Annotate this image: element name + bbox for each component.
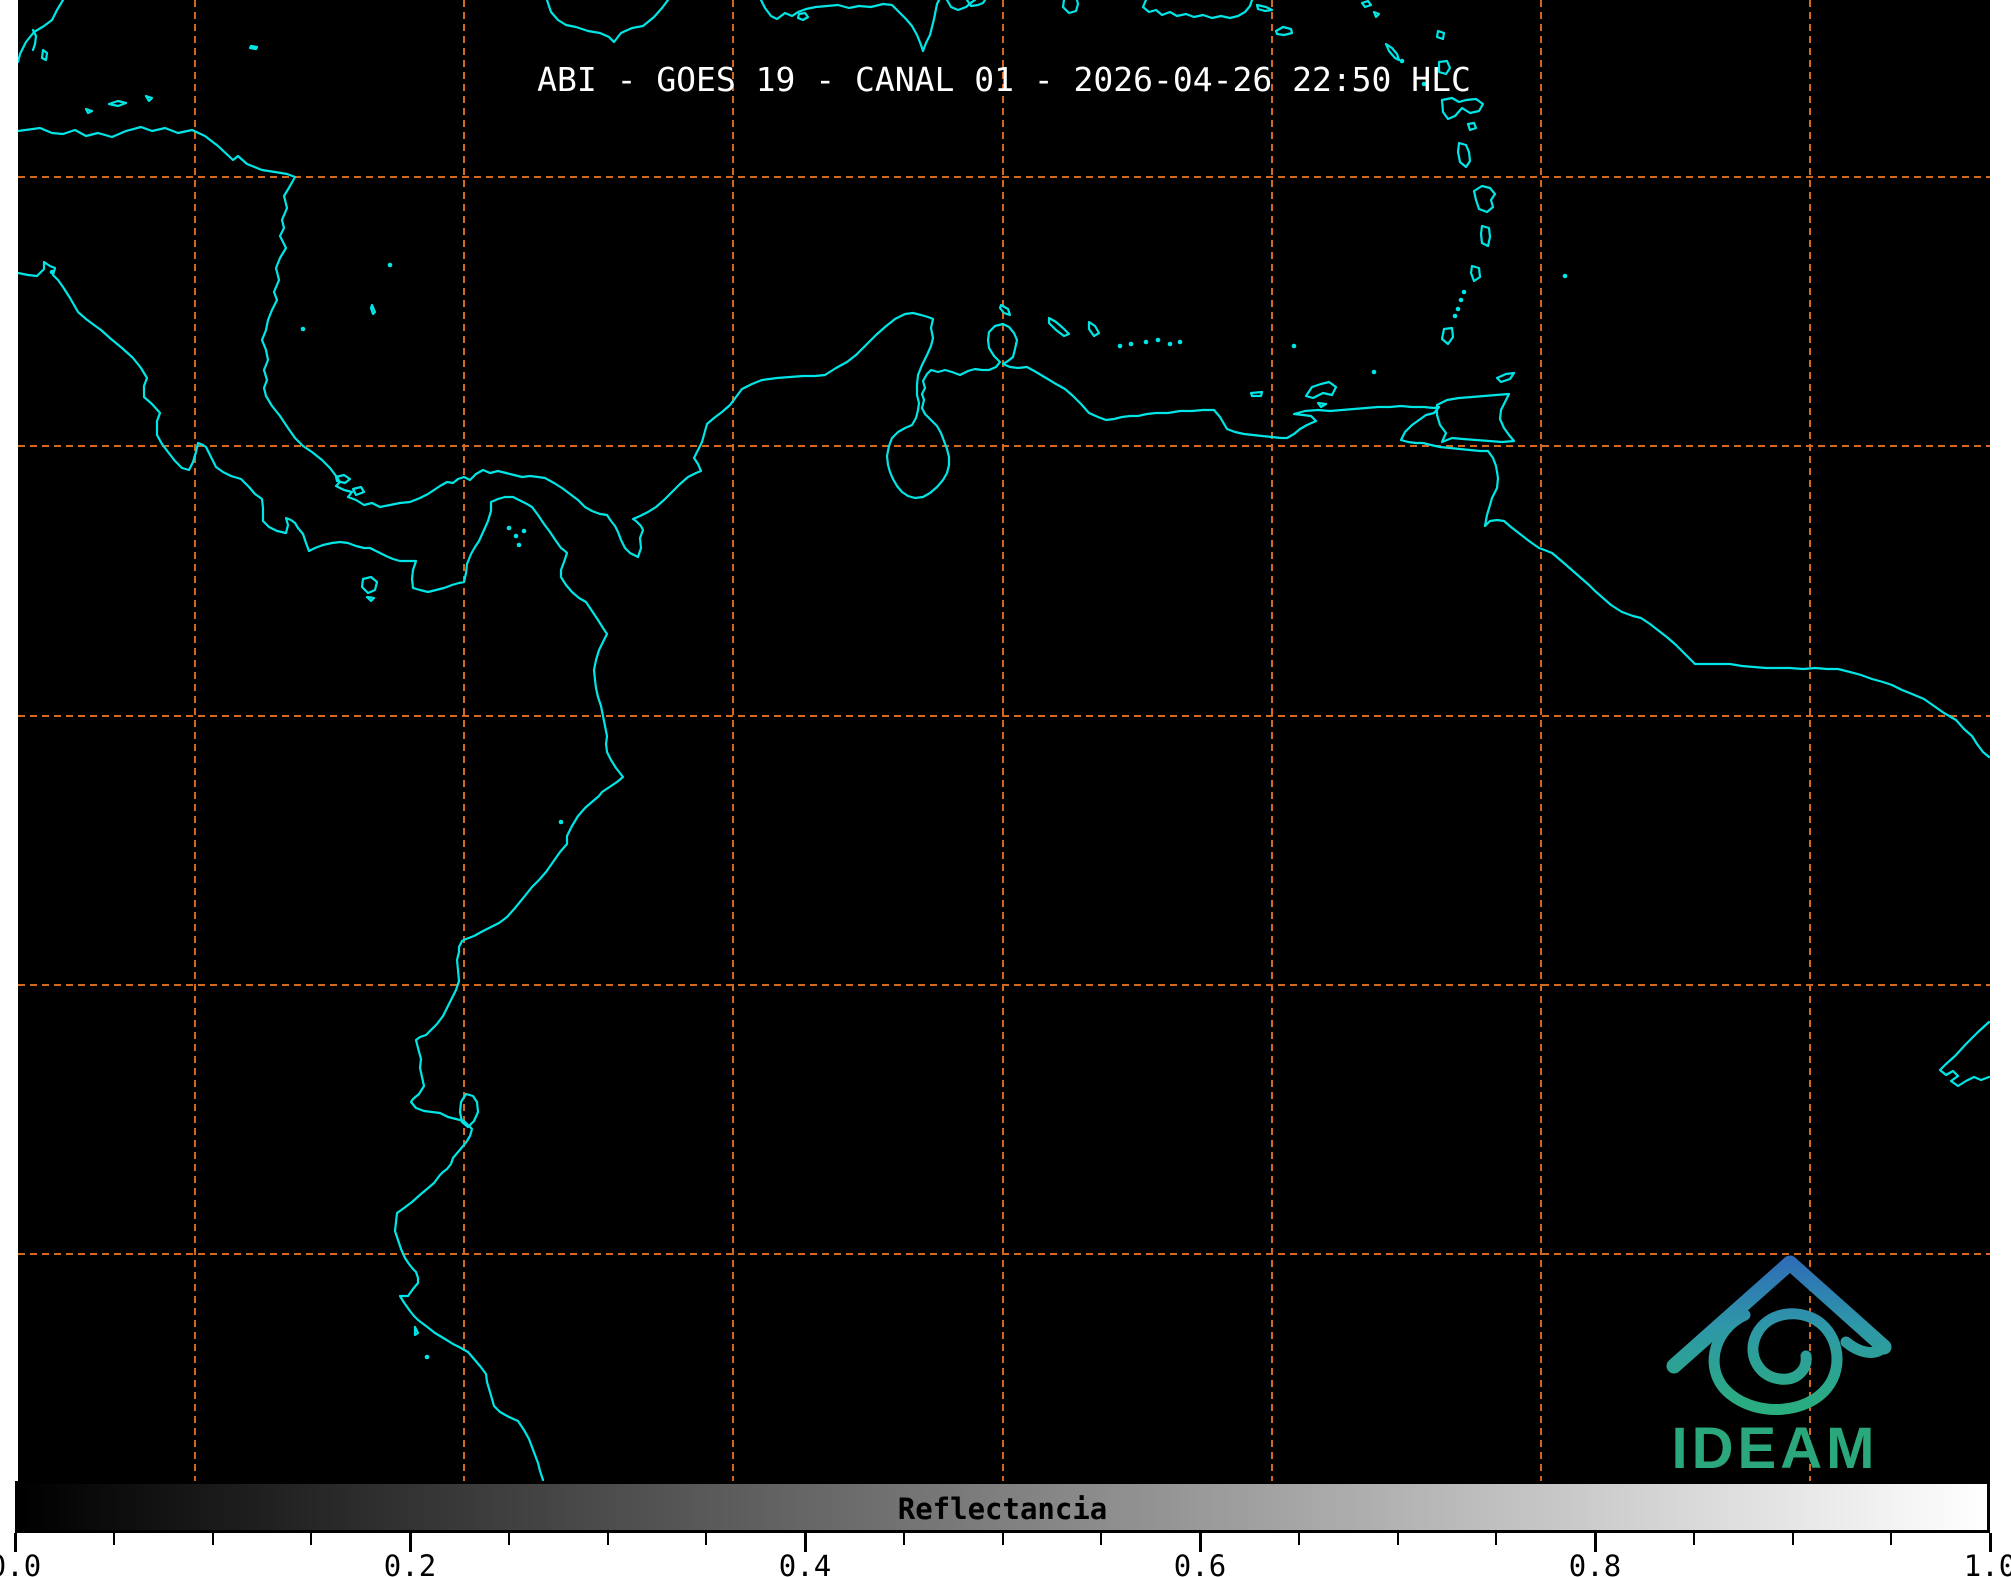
colorbar-tick-label: 0.4 (765, 1549, 845, 1577)
colorbar-tick (113, 1533, 115, 1545)
colorbar-tick (903, 1533, 905, 1545)
map-svg: IDEAM (0, 0, 2011, 1577)
map-title: ABI - GOES 19 - CANAL 01 - 2026-04-26 22… (18, 60, 1990, 99)
colorbar-tick (1002, 1533, 1004, 1545)
colorbar-tick (1495, 1533, 1497, 1545)
graticule-gridlines (18, 0, 1990, 1481)
colorbar-tick (1100, 1533, 1102, 1545)
colorbar-tick (1890, 1533, 1892, 1545)
ideam-spiral-icon (1714, 1314, 1837, 1410)
colorbar-tick-label: 0.2 (370, 1549, 450, 1577)
figure-canvas: IDEAM ABI - GOES 19 - CANAL 01 - 2026-04… (0, 0, 2011, 1577)
colorbar-tick (1693, 1533, 1695, 1545)
colorbar-tick (607, 1533, 609, 1545)
colorbar-tick (310, 1533, 312, 1545)
colorbar-tick-label: 0.6 (1160, 1549, 1240, 1577)
colorbar-tick (508, 1533, 510, 1545)
colorbar-tick (1397, 1533, 1399, 1545)
ideam-logo-text: IDEAM (1672, 1416, 1879, 1481)
colorbar-tick-label: 1.0 (1950, 1549, 2011, 1577)
colorbar-tick (1792, 1533, 1794, 1545)
colorbar-tick (1298, 1533, 1300, 1545)
colorbar-tick (705, 1533, 707, 1545)
colorbar-label: Reflectancia (15, 1492, 1990, 1526)
colorbar-tick-label: 0.8 (1555, 1549, 1635, 1577)
colorbar-tick (212, 1533, 214, 1545)
colorbar-tick-label: 0.0 (0, 1549, 55, 1577)
ideam-logo: IDEAM (1672, 1263, 1884, 1481)
